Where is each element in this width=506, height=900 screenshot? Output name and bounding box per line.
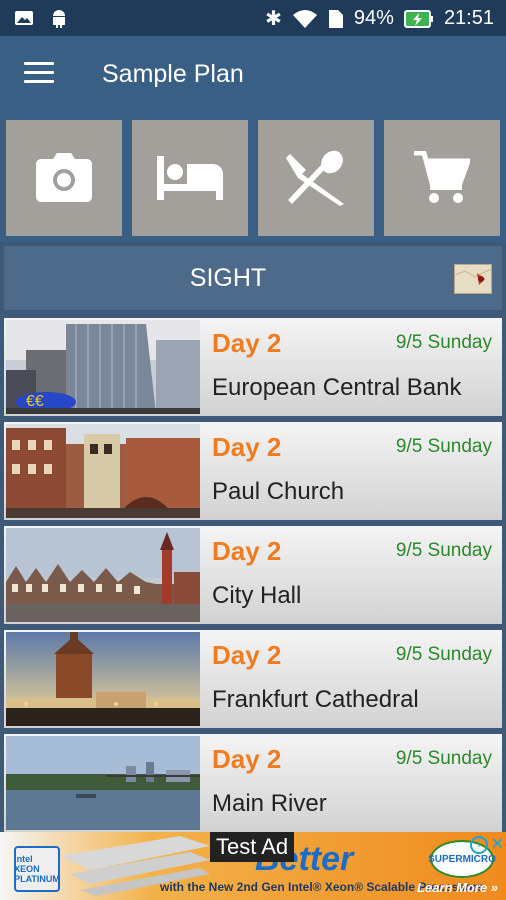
item-date: 9/5 Sunday [395, 748, 492, 769]
item-name: Main River [212, 790, 327, 817]
item-day: Day 2 [212, 536, 282, 566]
category-bar [0, 116, 506, 242]
list-item[interactable]: Day 2 9/5 Sunday Frankfurt Cathedral [4, 630, 502, 728]
bed-icon [157, 156, 223, 200]
test-ad-label: Test Ad [210, 832, 295, 862]
item-date: 9/5 Sunday [395, 644, 492, 665]
section-title: SIGHT [189, 264, 267, 292]
svg-text:€€: €€ [26, 393, 44, 410]
item-day: Day 2 [212, 744, 282, 774]
camera-icon [36, 153, 92, 202]
list-item[interactable]: Day 2 9/5 Sunday Main River [4, 734, 502, 832]
sight-category-button[interactable] [6, 120, 122, 236]
item-name: City Hall [212, 582, 302, 609]
city-hall-photo [6, 528, 200, 622]
ad-info-icon[interactable]: i [470, 836, 488, 854]
page-title: Sample Plan [102, 60, 244, 88]
ad-banner[interactable]: intel XEON PLATINUM Better Test Ad with … [0, 832, 506, 900]
list-item[interactable]: Day 2 9/5 Sunday Paul Church [4, 422, 502, 520]
restaurant-category-button[interactable] [258, 120, 374, 236]
item-date: 9/5 Sunday [395, 332, 492, 353]
item-name: Paul Church [212, 478, 345, 505]
item-date: 9/5 Sunday [395, 436, 492, 457]
intel-xeon-chip-image: intel XEON PLATINUM [14, 846, 60, 892]
android-icon [53, 10, 65, 28]
item-name: Frankfurt Cathedral [212, 686, 419, 713]
restaurant-icon [286, 150, 344, 206]
item-day: Day 2 [212, 640, 282, 670]
shopping-category-button[interactable] [384, 120, 500, 236]
hotel-category-button[interactable] [132, 120, 248, 236]
item-day: Day 2 [212, 328, 282, 358]
european-central-bank-photo: €€ [6, 320, 200, 414]
status-bar: ✱ 94% 21:51 [0, 0, 506, 36]
learn-more-link[interactable]: Learn More » [417, 880, 498, 895]
clock: 21:51 [443, 7, 494, 29]
item-day: Day 2 [212, 432, 282, 462]
section-header: SIGHT [4, 246, 502, 310]
shopping-cart-icon [414, 151, 470, 203]
main-river-photo [6, 736, 200, 830]
battery-percent: 94% [353, 7, 394, 29]
bluetooth-icon: ✱ [265, 8, 282, 30]
ad-close-icon[interactable]: ✕ [491, 834, 504, 854]
frankfurt-cathedral-photo [6, 632, 200, 726]
battery-charging-icon [403, 9, 433, 28]
menu-icon[interactable] [24, 62, 54, 88]
list-item[interactable]: €€ Day 2 9/5 Sunday European Central Ban… [4, 318, 502, 416]
item-date: 9/5 Sunday [395, 540, 492, 561]
item-name: European Central Bank [212, 374, 462, 401]
gallery-icon [15, 11, 33, 25]
wifi-icon [292, 9, 317, 28]
list-item[interactable]: Day 2 9/5 Sunday City Hall [4, 526, 502, 624]
map-icon[interactable] [454, 264, 492, 294]
sim-icon [328, 9, 343, 28]
paul-church-photo [6, 424, 200, 518]
app-toolbar: Sample Plan [0, 36, 506, 116]
